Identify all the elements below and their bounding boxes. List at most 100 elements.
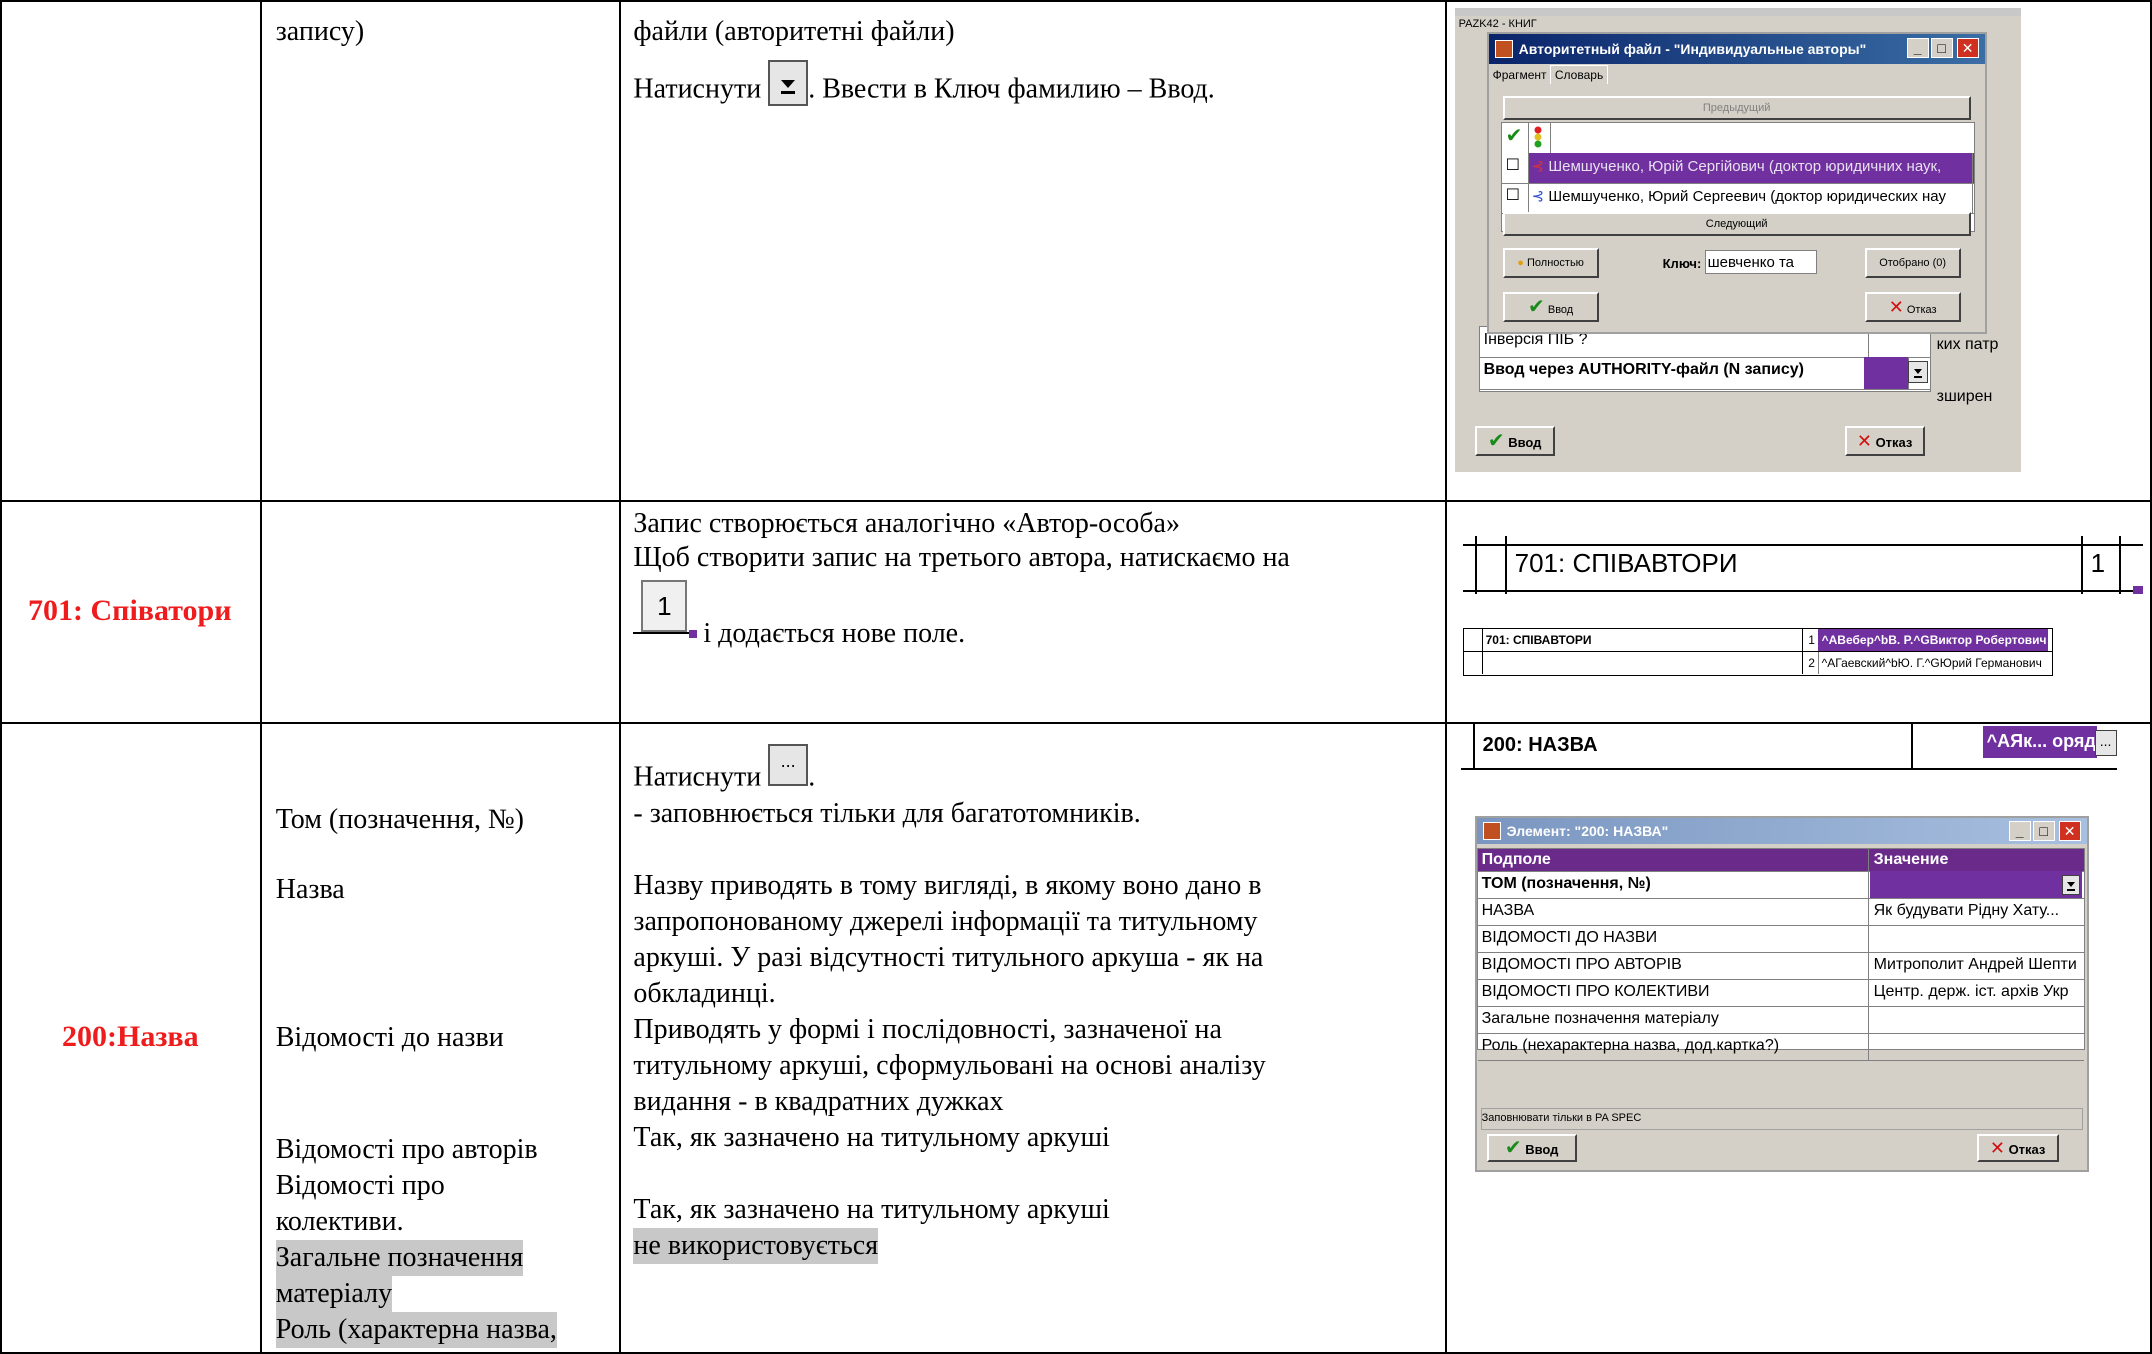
subfield-value[interactable]: [1869, 871, 2082, 898]
grid-cell: Ввод через AUTHORITY-файл (N запису): [1480, 357, 1869, 389]
coauthor-value[interactable]: ^AВебер^bB. P.^GВиктор Робертович: [1817, 629, 2048, 651]
tab-fragment[interactable]: Фрагмент: [1493, 68, 1547, 82]
field-cell: 200:Назва: [0, 722, 262, 1354]
marker: [2132, 586, 2143, 594]
divider: [2118, 536, 2121, 594]
desc-line: Щоб створити запис на третього автора, н…: [633, 542, 1290, 573]
subfield-authors: Відомості про авторів: [275, 1134, 538, 1165]
ok-button[interactable]: ✔ Ввод: [1502, 292, 1599, 322]
tab-dictionary[interactable]: Словарь: [1549, 65, 1609, 84]
background-form-title: PAZK42 - КНИГ: [1458, 18, 1537, 30]
title-field-label: 200: НАЗВА: [1482, 734, 1598, 756]
maximize-icon[interactable]: □: [2032, 821, 2055, 841]
list-item-label: ⊰ Шемшученко, Юрій Сергійович (доктор юр…: [1528, 153, 1973, 183]
list-item-text: Шемшученко, Юрий Сергеевич (доктор юриди…: [1548, 188, 1946, 205]
dropdown-arrow-icon[interactable]: [2061, 875, 2080, 895]
tree-icon: ⊰: [1531, 158, 1545, 175]
subfield-value[interactable]: Митрополит Андрей Шепти: [1870, 952, 2082, 979]
key-input[interactable]: шевченко та: [1704, 250, 1817, 274]
next-button[interactable]: Следующий: [1502, 212, 1971, 236]
traffic-light-icon: [1528, 123, 1551, 153]
list-item[interactable]: ☐ ⊰ Шемшученко, Юрій Сергійович (доктор …: [1501, 153, 1974, 184]
subfield-name: Загальне позначення матеріалу: [1478, 1006, 1869, 1033]
dropdown-arrow-icon[interactable]: [1907, 361, 1928, 383]
ok-button[interactable]: ✔ Ввод: [1486, 1134, 1577, 1162]
grid-row[interactable]: ВІДОМОСТІ ПРО КОЛЕКТИВИ Центр. держ. іст.…: [1477, 979, 2084, 1007]
title-field: 200: НАЗВА ^AЯк... оряд. Р. ...: [1460, 724, 2117, 770]
hint-text: Заповнювати тільки в PA SPEC: [1480, 1108, 2083, 1130]
desc-line: аркуші. У разі відсутності титульного ар…: [633, 942, 1264, 973]
subfield-value[interactable]: Центр. держ. іст. архів Укр: [1870, 979, 2082, 1006]
cancel-button[interactable]: ✕ Отказ: [1864, 292, 1961, 322]
grid-row[interactable]: Роль (нехарактерна назва, дод.картка?): [1477, 1033, 2084, 1061]
desc-line: Назву приводять в тому вигляді, в якому …: [633, 870, 1262, 901]
grid-row[interactable]: ВІДОМОСТІ ДО НАЗВИ: [1477, 925, 2084, 953]
coauthors-field-large: 701: СПІВАВТОРИ 1: [1462, 536, 2143, 594]
full-button[interactable]: ● Полностью: [1502, 248, 1599, 278]
divider: [1462, 544, 2143, 546]
cancel-label: Отказ: [1906, 304, 1937, 316]
check-icon: ✔: [1528, 296, 1545, 318]
title-field-value[interactable]: ^AЯк... оряд. Р.: [1982, 726, 2097, 758]
close-icon: ✕: [1888, 297, 1904, 317]
desc-line: і додається нове поле.: [703, 618, 966, 649]
subfield-volume: Том (позначення, №): [275, 804, 524, 835]
grid-row[interactable]: НАЗВА Як будувати Рідну Хату...: [1477, 898, 2084, 926]
grid-row: 2 ^AГаевский^bЮ. Г.^GЮрий Германович: [1464, 652, 2052, 674]
divider: [1462, 590, 2143, 592]
bg-cancel-button[interactable]: ✕ Отказ: [1844, 426, 1925, 456]
grid-row[interactable]: ТОМ (позначення, №): [1477, 871, 2084, 899]
minimize-icon[interactable]: _: [2008, 821, 2031, 841]
list-item[interactable]: ☐ ⊰ Шемшученко, Юрий Сергеевич (доктор ю…: [1501, 183, 1974, 214]
desc-line: Так, як зазначено на титульному аркуші: [633, 1122, 1110, 1153]
bg-ok-button[interactable]: ✔ Ввод: [1474, 426, 1555, 456]
window-titlebar: Авторитетный файл - "Индивидуальные авто…: [1488, 34, 1985, 64]
close-icon[interactable]: ✕: [2058, 821, 2081, 841]
subfield-value[interactable]: Як будувати Рідну Хату...: [1870, 898, 2082, 925]
desc-line: - заповнюється тільки для багатотомників…: [633, 798, 1141, 829]
ellipsis-icon[interactable]: ...: [2094, 730, 2117, 756]
cancel-button[interactable]: ✕ Отказ: [1976, 1134, 2059, 1162]
subfield-value[interactable]: [1870, 1033, 2082, 1060]
subfield-other-title: Відомості до назви: [275, 1022, 504, 1053]
maximize-icon[interactable]: □: [1930, 38, 1953, 58]
field-cell: [0, 0, 262, 502]
table-row: 200:Назва Том (позначення, №) Назва Відо…: [0, 722, 2152, 1354]
coauthor-value[interactable]: ^AГаевский^bЮ. Г.^GЮрий Германович: [1818, 652, 2048, 674]
marker: [689, 630, 698, 638]
subfield-value[interactable]: [1870, 925, 2082, 952]
desc-line: Натиснути ....: [633, 744, 815, 800]
subfield-grid: Подполе Значение ТОМ (позначення, №) НАЗВ…: [1476, 848, 2085, 1061]
minimize-icon[interactable]: _: [1906, 38, 1929, 58]
list-item-label: ⊰ Шемшученко, Юрий Сергеевич (доктор юри…: [1528, 183, 1973, 213]
subfield-material: Загальне позначення: [275, 1240, 524, 1276]
grid-row[interactable]: ВІДОМОСТІ ПРО АВТОРІВ Митрополит Андрей Ш…: [1477, 952, 2084, 980]
table-row: запису) файли (авторитетні файли) Натисн…: [0, 0, 2152, 502]
desc-line-not-used: не використовується: [633, 1228, 879, 1264]
checkbox[interactable]: ☐: [1501, 153, 1529, 183]
desc-line: Запис створюється аналогічно «Автор-особ…: [633, 508, 1180, 539]
column-header: Значение: [1873, 851, 1949, 868]
table-row: 701: Співатори Запис створюється аналогі…: [0, 500, 2152, 724]
divider: [633, 632, 698, 634]
checkbox[interactable]: ☐: [1502, 183, 1529, 213]
dropdown-arrow-icon: [768, 60, 809, 106]
subfield-name: ВІДОМОСТІ ПРО АВТОРІВ: [1478, 952, 1869, 979]
divider: [2080, 536, 2083, 594]
coauthors-number[interactable]: 1: [2091, 548, 2105, 579]
fields-table: запису) файли (авторитетні файли) Натисн…: [0, 0, 2152, 1354]
selected-button[interactable]: Отобрано (0): [1864, 248, 1961, 278]
screenshot-cell: PAZK42 - КНИГ Інверсія ПІБ ? Ввод через …: [1444, 0, 2152, 502]
check-icon: ✔: [1487, 430, 1505, 452]
grid-row[interactable]: Ввод через AUTHORITY-файл (N запису): [1479, 357, 1930, 390]
subfield-cell: [259, 500, 622, 724]
grid-row[interactable]: Загальне позначення матеріалу: [1477, 1006, 2084, 1034]
background-grid: Інверсія ПІБ ? Ввод через AUTHORITY-файл…: [1478, 326, 1931, 392]
previous-button[interactable]: Предыдущий: [1502, 96, 1971, 120]
close-icon: ✕: [1856, 431, 1872, 451]
close-icon[interactable]: ✕: [1956, 38, 1979, 58]
field-cell: 701: Співатори: [0, 500, 262, 724]
grid-cell: [1464, 629, 1483, 651]
cancel-label: Отказ: [2008, 1142, 2046, 1157]
subfield-value[interactable]: [1870, 1006, 2082, 1033]
